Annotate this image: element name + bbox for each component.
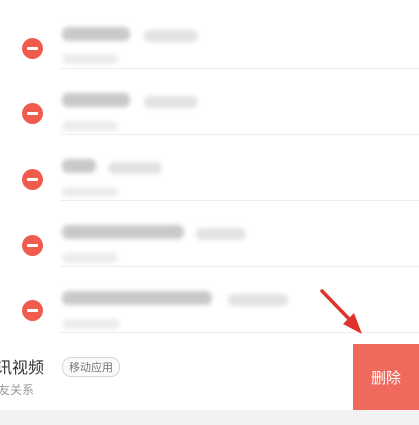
blurred-app-name bbox=[62, 93, 130, 107]
blurred-app-tag bbox=[144, 30, 198, 42]
blurred-app-tag bbox=[144, 96, 198, 108]
blurred-app-name bbox=[62, 225, 184, 239]
blurred-app-subtitle bbox=[62, 187, 118, 197]
blurred-app-name bbox=[62, 27, 130, 41]
blurred-app-subtitle bbox=[62, 319, 120, 329]
blurred-app-tag bbox=[228, 294, 288, 306]
blurred-app-subtitle bbox=[62, 253, 118, 263]
list-item[interactable] bbox=[0, 69, 419, 135]
remove-minus-icon[interactable] bbox=[22, 235, 43, 256]
remove-minus-icon[interactable] bbox=[22, 38, 43, 59]
blurred-app-tag bbox=[196, 228, 246, 240]
blurred-app-tag bbox=[108, 162, 162, 174]
blurred-app-name bbox=[62, 291, 212, 305]
app-subtitle: 友关系 bbox=[0, 383, 35, 397]
list-item[interactable] bbox=[0, 267, 419, 333]
list-item[interactable] bbox=[0, 3, 419, 69]
list-item[interactable] bbox=[0, 135, 419, 201]
remove-minus-icon[interactable] bbox=[22, 169, 43, 190]
list-item[interactable] bbox=[0, 201, 419, 267]
delete-button[interactable]: 删除 bbox=[353, 344, 419, 410]
remove-minus-icon[interactable] bbox=[22, 300, 43, 321]
remove-minus-icon[interactable] bbox=[22, 103, 43, 124]
blurred-app-subtitle bbox=[62, 121, 118, 131]
app-type-badge: 移动应用 bbox=[62, 357, 120, 377]
footer-bar bbox=[0, 410, 419, 425]
app-name: 讯视频 bbox=[0, 358, 45, 377]
blurred-app-subtitle bbox=[62, 54, 118, 64]
blurred-app-name bbox=[62, 159, 96, 173]
